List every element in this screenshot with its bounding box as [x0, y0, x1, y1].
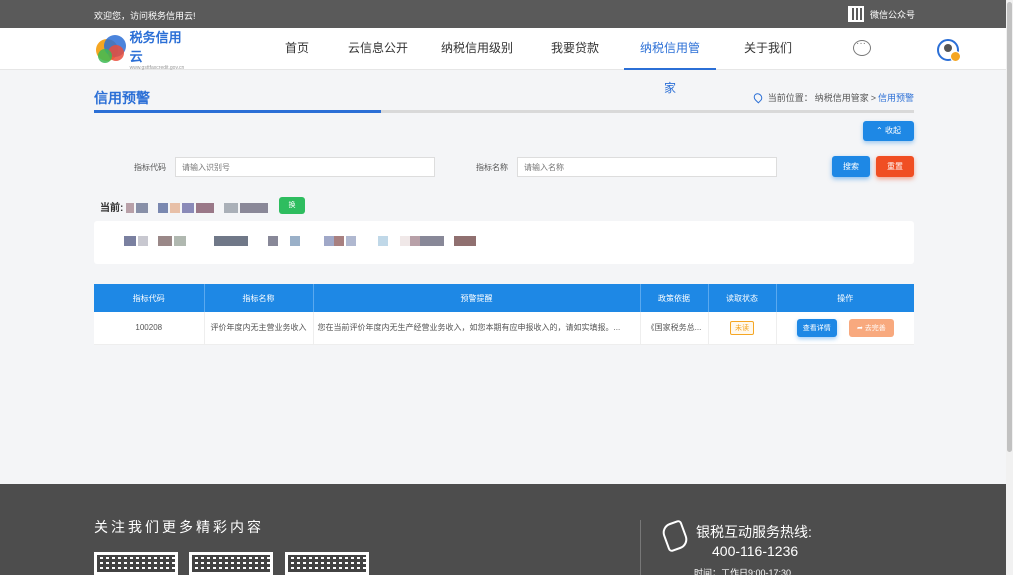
nav-cloud-info[interactable]: 云信息公开 — [332, 28, 424, 70]
nav-credit-manager[interactable]: 纳税信用管家 — [624, 28, 716, 95]
location-pin-icon — [751, 91, 764, 104]
breadcrumb-parent[interactable]: 纳税信用管家 — [815, 91, 869, 104]
name-input[interactable] — [517, 157, 777, 177]
reset-button[interactable]: 重置 — [876, 156, 914, 177]
cell-actions: 查看详情 ➦ 去完善 — [776, 312, 914, 345]
breadcrumb-current: 信用预警 — [877, 93, 914, 103]
breadcrumb: 当前位置： 纳税信用管家 > 信用预警 — [751, 91, 914, 104]
phone-icon — [659, 519, 691, 553]
nav-home[interactable]: 首页 — [262, 28, 332, 70]
page-title: 信用预警 — [94, 90, 150, 106]
welcome-text: 欢迎您，访问税务信用云! — [94, 11, 196, 21]
switch-company-button[interactable]: 换 — [279, 197, 305, 214]
service-hours: 时间：工作日9:00-17:30 — [694, 568, 792, 575]
title-progress-bar — [94, 110, 914, 113]
table-row: 100208 评价年度内无主营业务收入 您在当前评价年度内无生产经营业务收入，如… — [94, 312, 914, 345]
logo-name: 税务信用云 — [129, 30, 182, 64]
col-actions: 操作 — [776, 284, 914, 312]
chat-icon[interactable] — [853, 38, 871, 56]
col-code: 指标代码 — [94, 284, 205, 312]
qr-code-2 — [189, 552, 273, 575]
cell-name: 评价年度内无主营业务收入 — [204, 312, 314, 345]
nav-loan[interactable]: 我要贷款 — [530, 28, 620, 70]
cell-warning: 您在当前评价年度内无生产经营业务收入，如您本期有应申报收入的，请如实填报。... — [313, 312, 641, 345]
status-badge: 未读 — [730, 320, 754, 335]
code-label: 指标代码 — [134, 163, 166, 172]
logo-icon — [94, 33, 134, 65]
cell-policy[interactable]: 《国家税务总... — [640, 312, 709, 345]
qr-code-3 — [285, 552, 369, 575]
nav-credit-level[interactable]: 纳税信用级别 — [424, 28, 530, 70]
footer: 关注我们更多精彩内容 银税互动服务热线: 400-116-1236 时间：工作日… — [0, 484, 1006, 575]
scrollbar-thumb[interactable] — [1007, 2, 1012, 452]
nav-about[interactable]: 关于我们 — [722, 28, 814, 70]
main-nav: 税务信用云 www.gsttfaxcredit.gov.cn 首页 云信息公开 … — [0, 28, 1006, 95]
wechat-label: 微信公众号 — [870, 9, 916, 20]
wechat-link[interactable]: 微信公众号 — [848, 6, 915, 22]
warning-table: 指标代码 指标名称 预警提醒 政策依据 读取状态 操作 100208 评价年度内… — [94, 284, 914, 345]
name-label: 指标名称 — [476, 163, 508, 172]
logo[interactable]: 税务信用云 www.gsttfaxcredit.gov.cn — [94, 30, 194, 71]
follow-us-text: 关注我们更多精彩内容 — [94, 519, 264, 535]
qr-code-1 — [94, 552, 178, 575]
collapse-button[interactable]: ⌃ 收起 — [863, 121, 914, 141]
qr-code-icon — [848, 6, 864, 22]
cell-status: 未读 — [708, 312, 777, 345]
user-avatar[interactable] — [937, 39, 961, 62]
col-warning: 预警提醒 — [313, 284, 641, 312]
col-status: 读取状态 — [708, 284, 777, 312]
page-scrollbar[interactable] — [1006, 0, 1013, 575]
current-label: 当前: — [100, 203, 124, 214]
col-policy: 政策依据 — [640, 284, 709, 312]
col-name: 指标名称 — [204, 284, 314, 312]
top-bar: 欢迎您，访问税务信用云! 微信公众号 — [0, 0, 1006, 28]
company-info-panel — [94, 221, 914, 264]
complete-button[interactable]: ➦ 去完善 — [848, 318, 894, 337]
search-button[interactable]: 搜索 — [832, 156, 870, 177]
logo-url: www.gsttfaxcredit.gov.cn — [129, 65, 185, 71]
view-detail-button[interactable]: 查看详情 — [796, 318, 837, 337]
code-input[interactable] — [175, 157, 435, 177]
hotline-label: 银税互动服务热线: — [696, 524, 812, 540]
hotline-number: 400-116-1236 — [712, 543, 799, 559]
cell-code: 100208 — [94, 312, 205, 345]
